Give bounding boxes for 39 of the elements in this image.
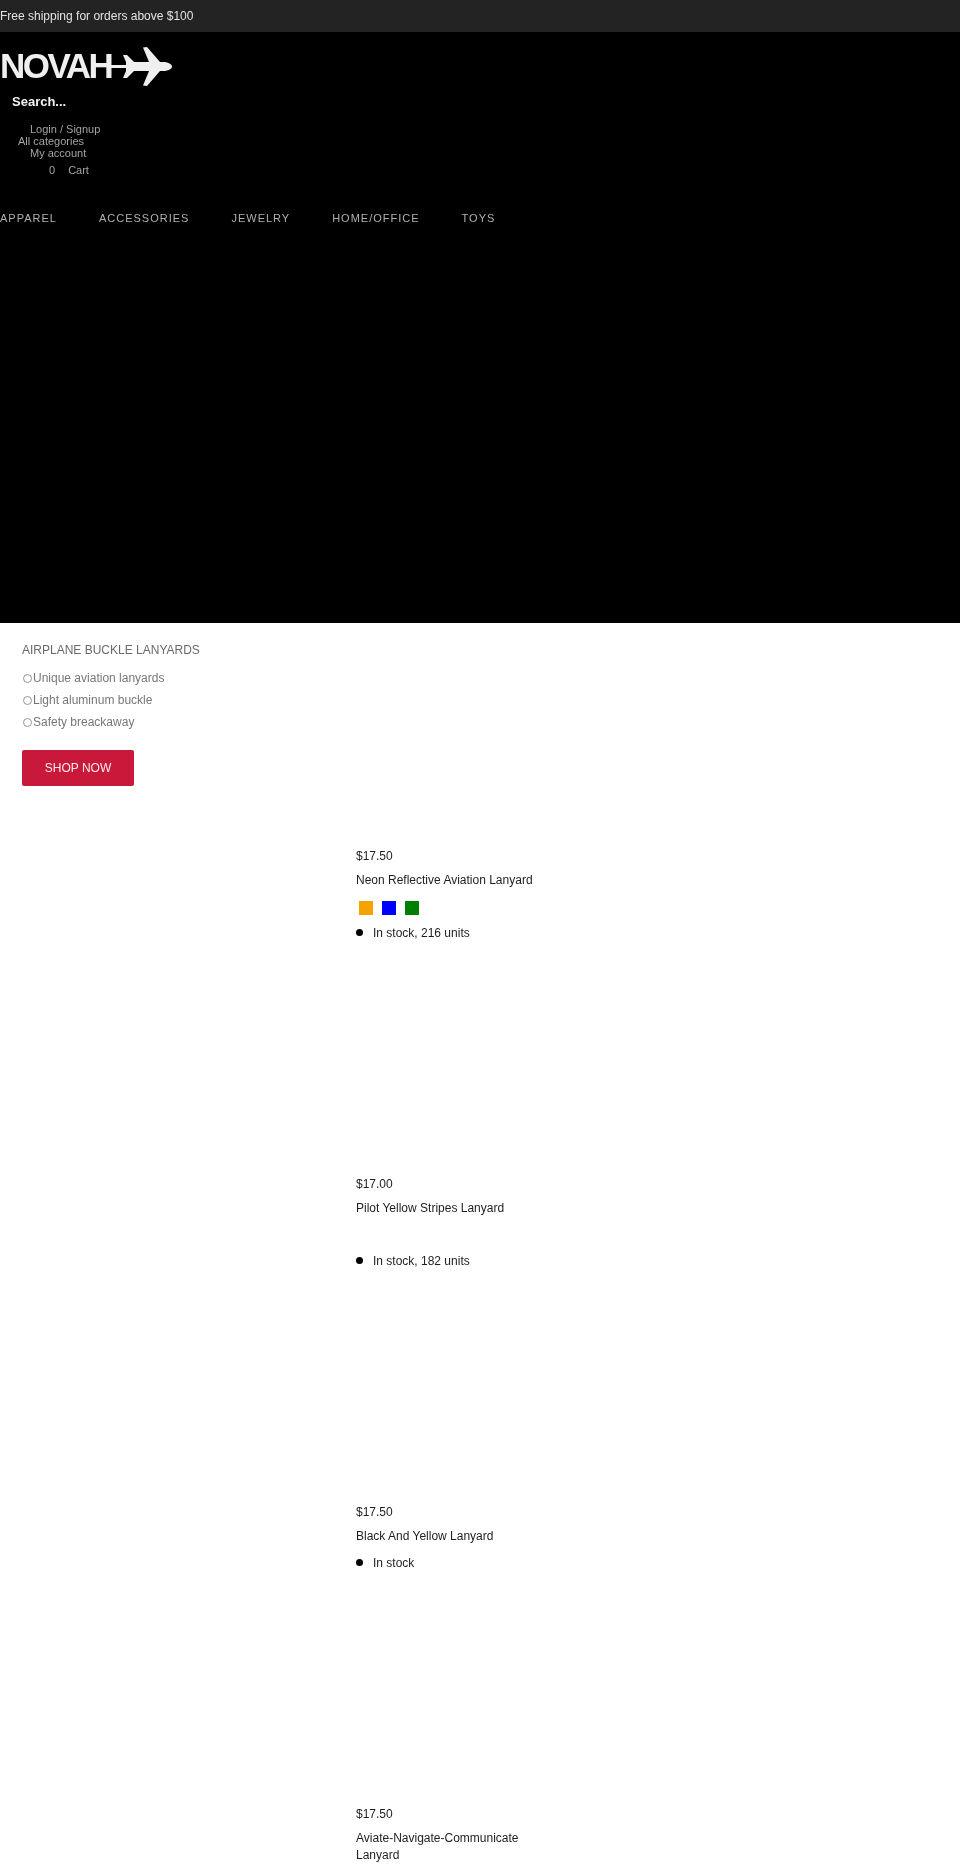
nav-link[interactable]: APPAREL: [0, 211, 57, 225]
product-name[interactable]: Black And Yellow Lanyard: [356, 1528, 546, 1545]
ring-icon: [23, 674, 32, 683]
hero-title: AIRPLANE BUCKLE LANYARDS: [22, 642, 201, 658]
nav-link[interactable]: JEWELRY: [231, 211, 291, 225]
nav-link[interactable]: TOYS: [461, 211, 496, 225]
shop-now-button[interactable]: SHOP NOW: [22, 750, 134, 786]
cart-link[interactable]: Cart: [68, 164, 89, 176]
color-swatch-icon[interactable]: [405, 901, 419, 915]
cart-count: 0: [49, 164, 56, 176]
stock-dot-icon: [356, 1559, 363, 1566]
color-swatch-icon[interactable]: [382, 901, 396, 915]
color-swatch-icon[interactable]: [359, 901, 373, 915]
announcement-text: Free shipping for orders above $100: [0, 9, 194, 23]
nav-link[interactable]: ACCESSORIES: [98, 211, 190, 225]
logo-text[interactable]: NOVAH: [0, 46, 112, 86]
stock-text: In stock, 182 units: [373, 1252, 470, 1270]
feature-text: Safety breackaway: [33, 714, 135, 729]
categories-dropdown[interactable]: All categories: [18, 135, 85, 147]
ring-icon: [23, 696, 32, 705]
stock-text: In stock, 216 units: [373, 924, 470, 942]
product-price: $17.50: [356, 847, 394, 865]
product-name[interactable]: Neon Reflective Aviation Lanyard: [356, 872, 546, 889]
product-price: $17.50: [356, 1503, 394, 1521]
search-field[interactable]: Search...: [12, 93, 132, 111]
account-link[interactable]: My account: [30, 147, 87, 159]
nav-link[interactable]: HOME/OFFICE: [332, 211, 420, 225]
feature-text: Light aluminum buckle: [33, 692, 153, 707]
login-link[interactable]: Login / Signup: [30, 123, 101, 135]
product-name[interactable]: Aviate-Navigate-Communicate Lanyard: [356, 1830, 546, 1864]
airplane-icon: [111, 46, 173, 86]
product-price: $17.00: [356, 1175, 394, 1193]
product-price: $17.50: [356, 1805, 394, 1823]
feature-text: Unique aviation lanyards: [33, 670, 165, 685]
stock-dot-icon: [356, 1257, 363, 1264]
stock-text: In stock: [373, 1554, 415, 1572]
ring-icon: [23, 718, 32, 727]
stock-dot-icon: [356, 929, 363, 936]
product-name[interactable]: Pilot Yellow Stripes Lanyard: [356, 1200, 546, 1217]
